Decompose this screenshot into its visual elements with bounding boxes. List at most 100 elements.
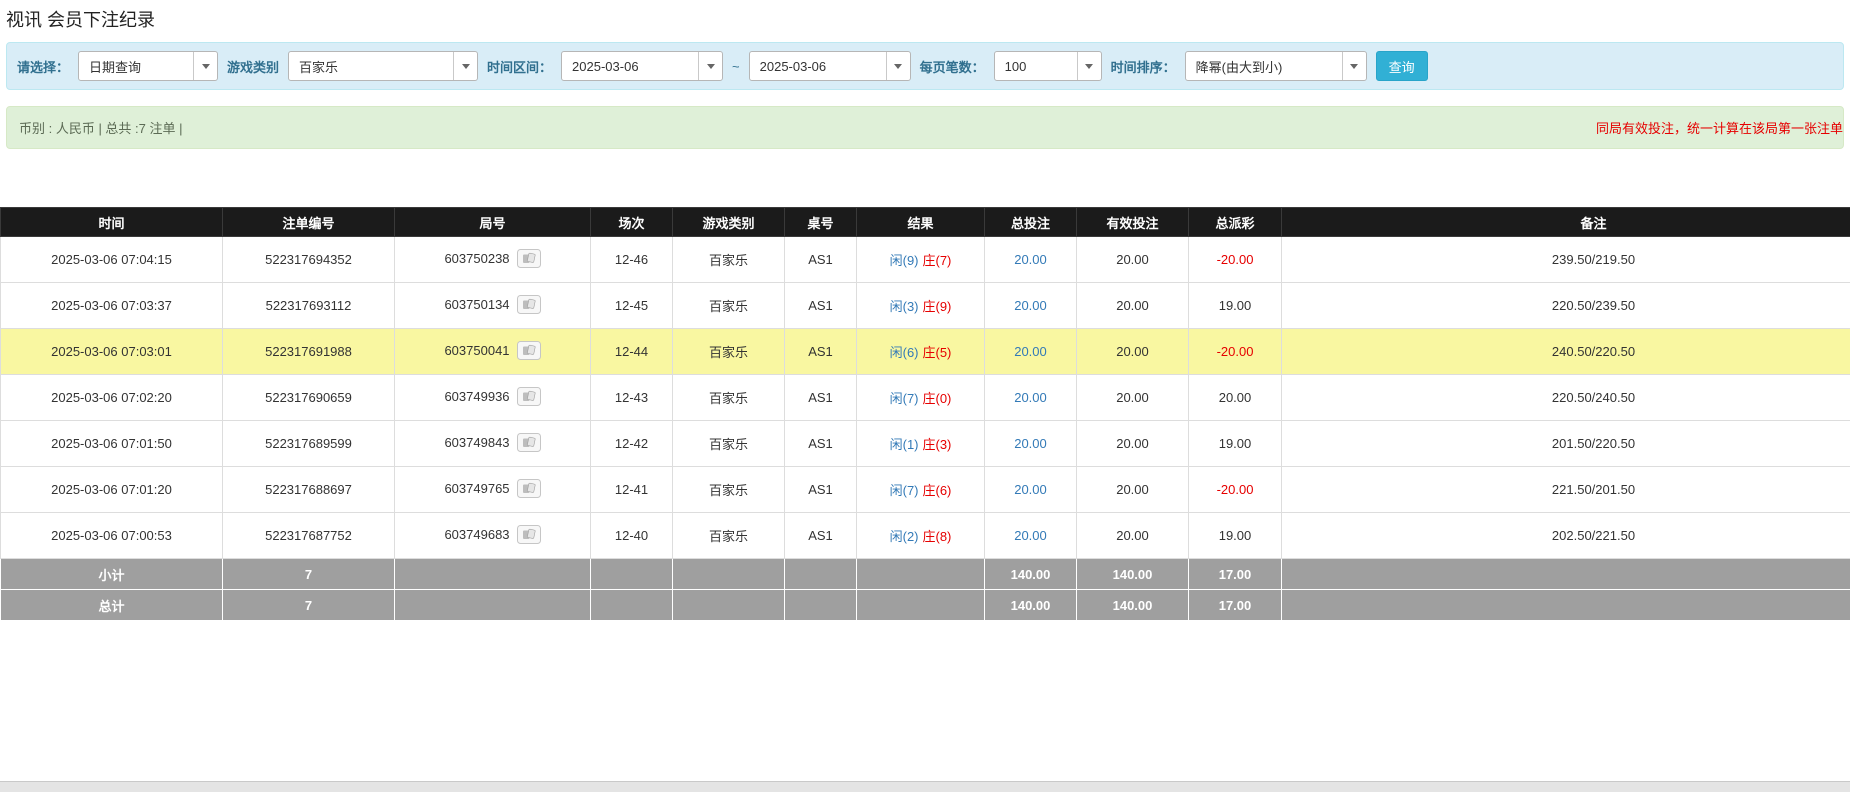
- col-header-bet-id: 注单编号: [223, 208, 395, 237]
- query-type-select[interactable]: 日期查询: [78, 51, 218, 81]
- result-player: 闲(7): [890, 483, 919, 498]
- col-header-round: 局号: [395, 208, 591, 237]
- cell-bet-id: 522317690659: [223, 375, 395, 421]
- cell-payout: 19.00: [1189, 421, 1282, 467]
- date-from-select[interactable]: 2025-03-06: [561, 51, 723, 81]
- col-header-game-type: 游戏类别: [673, 208, 785, 237]
- chevron-down-icon[interactable]: [1077, 52, 1101, 80]
- total-bet-link[interactable]: 20.00: [1014, 436, 1047, 451]
- currency-summary-text: 币别 : 人民币 | 总共 :7 注单 |: [19, 118, 183, 137]
- cell-valid-bet: 20.00: [1077, 237, 1189, 283]
- col-header-time: 时间: [1, 208, 223, 237]
- cell-total-bet: 20.00: [985, 375, 1077, 421]
- date-from-value: 2025-03-06: [562, 59, 698, 74]
- cell-table-no: AS1: [785, 467, 857, 513]
- cell-session: 12-45: [591, 283, 673, 329]
- chevron-down-icon[interactable]: [193, 52, 217, 80]
- subtotal-payout: 17.00: [1189, 559, 1282, 590]
- col-header-valid-bet: 有效投注: [1077, 208, 1189, 237]
- cell-table-no: AS1: [785, 329, 857, 375]
- col-header-session: 场次: [591, 208, 673, 237]
- col-header-result: 结果: [857, 208, 985, 237]
- cell-note: 220.50/240.50: [1282, 375, 1850, 421]
- total-bet-link[interactable]: 20.00: [1014, 252, 1047, 267]
- records-table: 时间 注单编号 局号 场次 游戏类别 桌号 结果 总投注 有效投注 总派彩 备注…: [0, 207, 1850, 621]
- page-footer-strip: [0, 781, 1850, 792]
- chevron-down-icon[interactable]: [886, 52, 910, 80]
- cell-game-type: 百家乐: [673, 329, 785, 375]
- game-type-value: 百家乐: [289, 57, 453, 76]
- result-player: 闲(2): [890, 529, 919, 544]
- summary-bar: 币别 : 人民币 | 总共 :7 注单 | 同局有效投注，统一计算在该局第一张注…: [6, 106, 1844, 149]
- cell-game-type: 百家乐: [673, 283, 785, 329]
- result-player: 闲(6): [890, 345, 919, 360]
- total-bet-link[interactable]: 20.00: [1014, 390, 1047, 405]
- chevron-down-icon[interactable]: [453, 52, 477, 80]
- cell-payout: -20.00: [1189, 237, 1282, 283]
- cell-time: 2025-03-06 07:03:37: [1, 283, 223, 329]
- cell-bet-id: 522317691988: [223, 329, 395, 375]
- cell-round: 603749765: [395, 467, 591, 513]
- cell-table-no: AS1: [785, 283, 857, 329]
- subtotal-count: 7: [223, 559, 395, 590]
- round-replay-icon[interactable]: [517, 479, 541, 501]
- cell-game-type: 百家乐: [673, 421, 785, 467]
- round-replay-icon[interactable]: [517, 433, 541, 455]
- round-id: 603750238: [444, 251, 509, 266]
- round-replay-icon[interactable]: [517, 295, 541, 317]
- cell-payout: 19.00: [1189, 513, 1282, 559]
- cell-session: 12-40: [591, 513, 673, 559]
- per-page-value: 100: [995, 59, 1077, 74]
- cell-result: 闲(7)庄(6): [857, 467, 985, 513]
- cell-result: 闲(2)庄(8): [857, 513, 985, 559]
- round-id: 603749843: [444, 435, 509, 450]
- table-header-row: 时间 注单编号 局号 场次 游戏类别 桌号 结果 总投注 有效投注 总派彩 备注: [1, 208, 1850, 237]
- game-type-select[interactable]: 百家乐: [288, 51, 478, 81]
- round-replay-icon[interactable]: [517, 525, 541, 547]
- per-page-select[interactable]: 100: [994, 51, 1102, 81]
- cell-payout: -20.00: [1189, 329, 1282, 375]
- table-row: 2025-03-06 07:02:20 522317690659 6037499…: [1, 375, 1850, 421]
- cell-bet-id: 522317694352: [223, 237, 395, 283]
- chevron-down-icon[interactable]: [1342, 52, 1366, 80]
- cell-session: 12-41: [591, 467, 673, 513]
- cell-time: 2025-03-06 07:02:20: [1, 375, 223, 421]
- result-player: 闲(9): [890, 253, 919, 268]
- cell-session: 12-43: [591, 375, 673, 421]
- page-title: 视讯 会员下注纪录: [0, 0, 1850, 42]
- records-table-wrap: 时间 注单编号 局号 场次 游戏类别 桌号 结果 总投注 有效投注 总派彩 备注…: [0, 207, 1850, 621]
- cell-note: 220.50/239.50: [1282, 283, 1850, 329]
- total-total-bet: 140.00: [985, 590, 1077, 621]
- cell-total-bet: 20.00: [985, 513, 1077, 559]
- result-banker: 庄(7): [923, 253, 952, 268]
- total-bet-link[interactable]: 20.00: [1014, 344, 1047, 359]
- col-header-table-no: 桌号: [785, 208, 857, 237]
- round-replay-icon[interactable]: [517, 341, 541, 363]
- total-label: 总计: [1, 590, 223, 621]
- total-bet-link[interactable]: 20.00: [1014, 528, 1047, 543]
- cell-session: 12-44: [591, 329, 673, 375]
- search-button[interactable]: 查询: [1376, 51, 1428, 81]
- date-to-select[interactable]: 2025-03-06: [749, 51, 911, 81]
- sort-label: 时间排序：: [1111, 57, 1176, 76]
- round-replay-icon[interactable]: [517, 387, 541, 409]
- round-replay-icon[interactable]: [517, 249, 541, 271]
- cell-game-type: 百家乐: [673, 513, 785, 559]
- time-range-label: 时间区间：: [487, 57, 552, 76]
- cell-session: 12-46: [591, 237, 673, 283]
- total-row: 总计 7 140.00 140.00 17.00: [1, 590, 1850, 621]
- filter-bar: 请选择： 日期查询 游戏类别 百家乐 时间区间： 2025-03-06 ~ 20…: [6, 42, 1844, 90]
- cell-round: 603749683: [395, 513, 591, 559]
- cell-payout: -20.00: [1189, 467, 1282, 513]
- col-header-total-bet: 总投注: [985, 208, 1077, 237]
- total-bet-link[interactable]: 20.00: [1014, 482, 1047, 497]
- cell-table-no: AS1: [785, 421, 857, 467]
- result-player: 闲(7): [890, 391, 919, 406]
- sort-select[interactable]: 降幂(由大到小): [1185, 51, 1367, 81]
- cell-valid-bet: 20.00: [1077, 329, 1189, 375]
- query-type-value: 日期查询: [79, 57, 193, 76]
- result-banker: 庄(5): [923, 345, 952, 360]
- total-bet-link[interactable]: 20.00: [1014, 298, 1047, 313]
- chevron-down-icon[interactable]: [698, 52, 722, 80]
- cell-time: 2025-03-06 07:01:20: [1, 467, 223, 513]
